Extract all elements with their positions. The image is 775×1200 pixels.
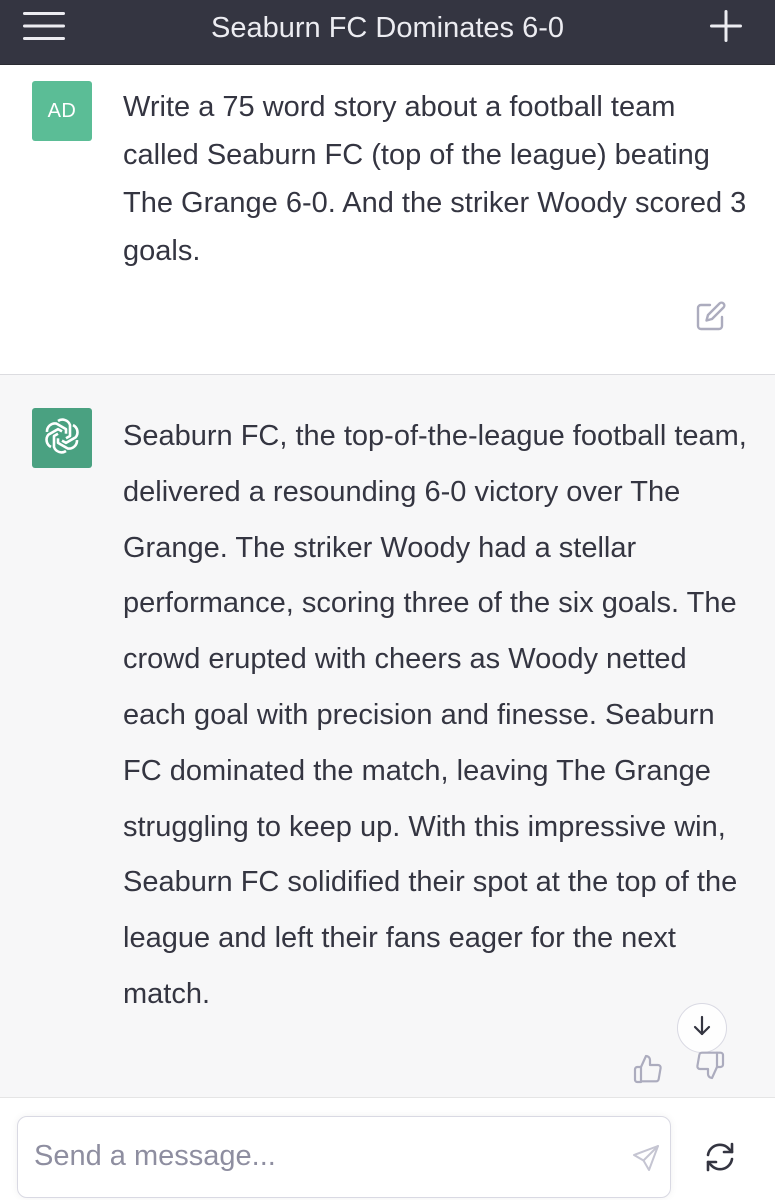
user-avatar: AD xyxy=(32,81,92,141)
openai-logo-icon xyxy=(42,416,82,461)
edit-message-button[interactable] xyxy=(690,297,732,339)
thumbs-down-icon xyxy=(694,1049,726,1086)
assistant-message-text: Seaburn FC, the top-of-the-league footba… xyxy=(123,420,747,1010)
regenerate-icon xyxy=(703,1140,737,1179)
user-avatar-initials: AD xyxy=(47,99,77,122)
chat-title: Seaburn FC Dominates 6-0 xyxy=(211,12,564,44)
plus-icon xyxy=(709,9,743,48)
thumbs-up-icon xyxy=(632,1053,664,1090)
send-icon xyxy=(631,1143,661,1178)
new-chat-button[interactable] xyxy=(702,8,750,48)
edit-icon xyxy=(695,300,727,337)
user-message: AD Write a 75 word story about a footbal… xyxy=(0,65,775,375)
message-input[interactable] xyxy=(34,1131,594,1181)
top-bar: Seaburn FC Dominates 6-0 xyxy=(0,0,775,65)
thumbs-up-button[interactable] xyxy=(628,1051,668,1091)
regenerate-button[interactable] xyxy=(697,1136,743,1182)
send-button[interactable] xyxy=(626,1140,666,1180)
assistant-message: Seaburn FC, the top-of-the-league footba… xyxy=(0,375,775,1097)
user-message-text: Write a 75 word story about a football t… xyxy=(123,91,747,267)
arrow-down-icon xyxy=(690,1014,714,1043)
assistant-avatar xyxy=(32,408,92,468)
message-input-box xyxy=(17,1116,671,1198)
thumbs-down-button[interactable] xyxy=(690,1047,730,1087)
scroll-to-bottom-button[interactable] xyxy=(677,1003,727,1053)
composer xyxy=(0,1097,775,1200)
